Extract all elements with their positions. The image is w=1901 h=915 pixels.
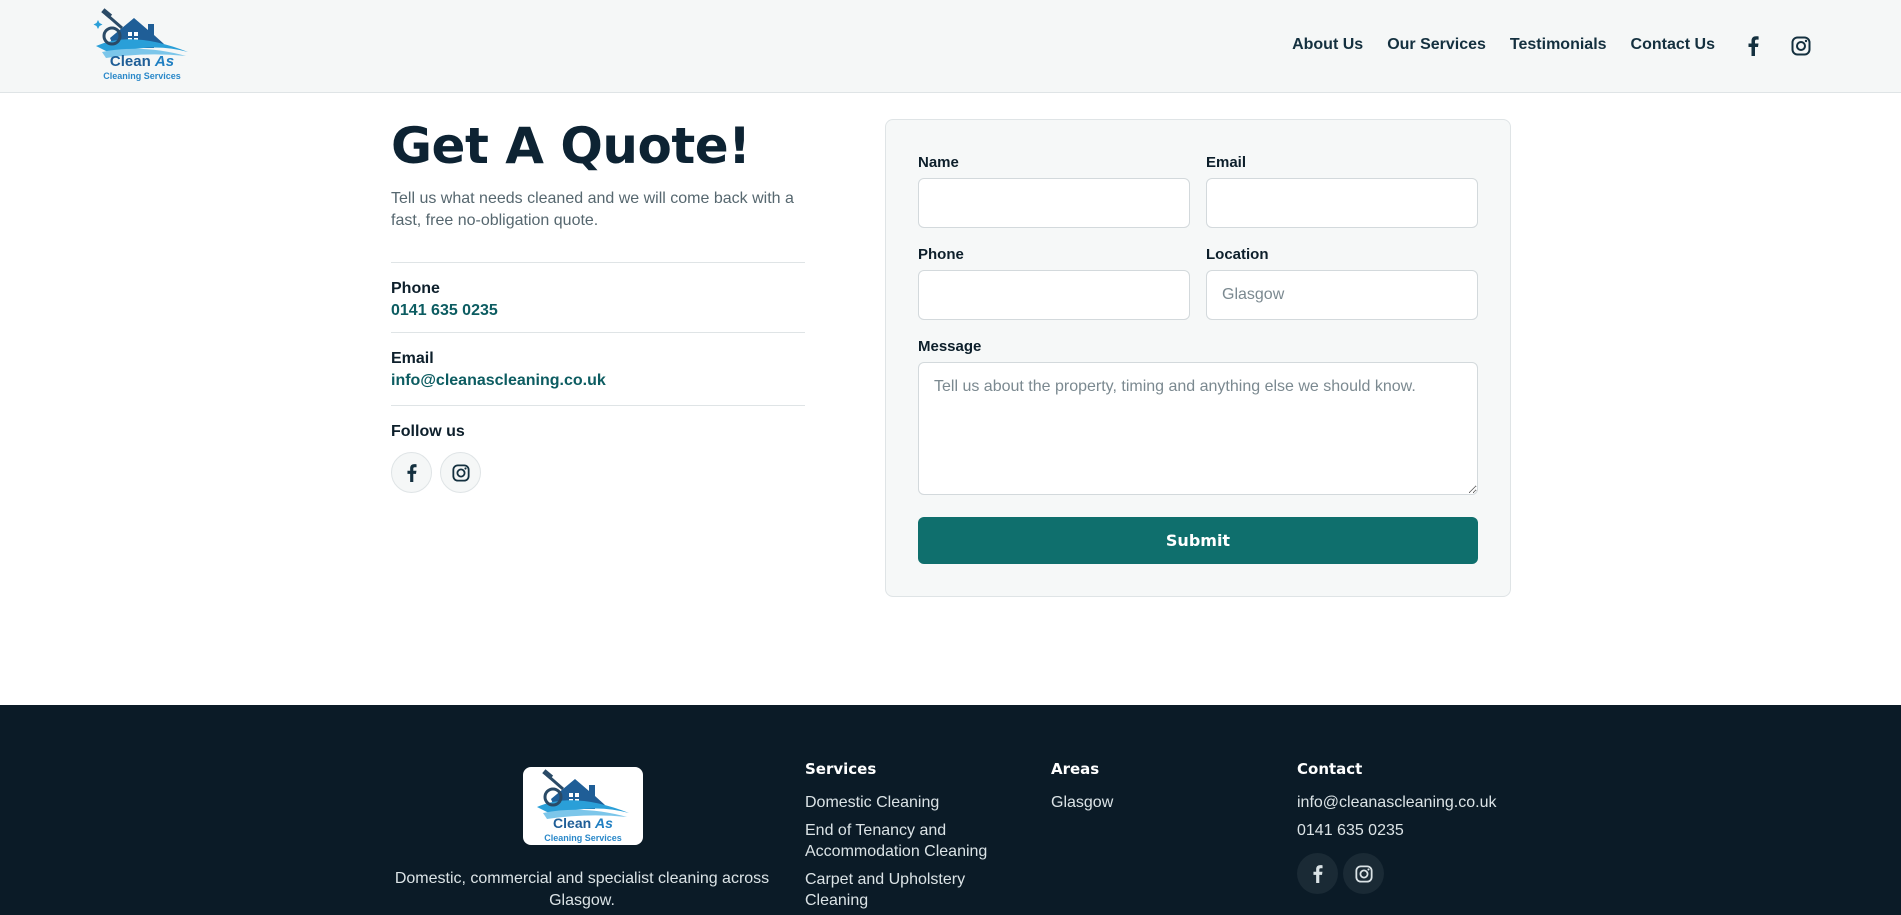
footer-contact-heading: Contact xyxy=(1297,760,1363,778)
submit-button[interactable]: Submit xyxy=(918,517,1478,564)
divider xyxy=(391,332,805,333)
site-footer: Clean As Cleaning Services Domestic, com… xyxy=(0,705,1901,915)
footer-instagram-button[interactable] xyxy=(1343,853,1384,894)
email-link[interactable]: info@cleanascleaning.co.uk xyxy=(391,372,805,390)
footer-areas-heading: Areas xyxy=(1051,760,1100,778)
header-social-links xyxy=(1741,34,1813,58)
page-title: Get A Quote! xyxy=(391,117,751,175)
logo-wordmark: Clean As xyxy=(109,53,175,70)
footer-link-domestic-cleaning[interactable]: Domestic Cleaning xyxy=(805,792,1005,813)
divider xyxy=(391,405,805,406)
location-label: Location xyxy=(1206,246,1269,263)
location-input[interactable] xyxy=(1206,270,1478,320)
instagram-icon xyxy=(452,463,470,482)
phone-input[interactable] xyxy=(918,270,1190,320)
follow-social-links xyxy=(391,452,805,493)
site-logo[interactable]: Clean As Cleaning Services xyxy=(92,8,192,84)
name-label: Name xyxy=(918,154,959,171)
footer-contact: Contact info@cleanascleaning.co.uk 0141 … xyxy=(1297,760,1557,894)
follow-label: Follow us xyxy=(391,423,465,440)
facebook-icon xyxy=(1748,36,1759,56)
instagram-icon xyxy=(1354,864,1373,883)
nav-our-services[interactable]: Our Services xyxy=(1387,36,1486,54)
header-instagram-link[interactable] xyxy=(1789,34,1813,58)
email-input[interactable] xyxy=(1206,178,1478,228)
quote-form: Name Email Phone Location Message Submit xyxy=(885,119,1511,597)
phone-link[interactable]: 0141 635 0235 xyxy=(391,302,805,320)
footer-services: Services Domestic Cleaning End of Tenanc… xyxy=(805,760,1005,915)
nav-contact-us[interactable]: Contact Us xyxy=(1631,36,1715,54)
header-facebook-link[interactable] xyxy=(1741,34,1765,58)
email-info: Email info@cleanascleaning.co.uk xyxy=(391,350,805,390)
facebook-icon xyxy=(407,463,417,482)
footer-phone-link[interactable]: 0141 635 0235 xyxy=(1297,820,1497,841)
house-logo-icon xyxy=(93,8,188,58)
footer-link-end-of-tenancy[interactable]: End of Tenancy and Accommodation Cleanin… xyxy=(805,820,1005,862)
house-logo-icon xyxy=(537,769,629,819)
instagram-icon xyxy=(1791,36,1811,56)
facebook-icon xyxy=(1313,864,1323,883)
name-input[interactable] xyxy=(918,178,1190,228)
footer-link-carpet-upholstery[interactable]: Carpet and Upholstery Cleaning xyxy=(805,869,1005,911)
footer-areas: Areas Glasgow xyxy=(1051,760,1251,820)
phone-info: Phone 0141 635 0235 xyxy=(391,280,805,320)
site-header: Clean As Cleaning Services About Us Our … xyxy=(0,0,1901,93)
follow-us: Follow us xyxy=(391,423,805,493)
message-textarea[interactable] xyxy=(918,362,1478,495)
footer-link-glasgow[interactable]: Glasgow xyxy=(1051,792,1251,813)
footer-email-link[interactable]: info@cleanascleaning.co.uk xyxy=(1297,792,1557,813)
email-label: Email xyxy=(391,350,434,367)
footer-facebook-button[interactable] xyxy=(1297,853,1338,894)
follow-instagram-button[interactable] xyxy=(440,452,482,493)
nav-testimonials[interactable]: Testimonials xyxy=(1510,36,1607,54)
footer-logo-tagline: Cleaning Services xyxy=(544,833,622,843)
footer-logo-wordmark: Clean As xyxy=(553,815,613,831)
nav-about-us[interactable]: About Us xyxy=(1292,36,1363,54)
footer-logo[interactable]: Clean As Cleaning Services xyxy=(523,767,643,845)
main-nav: About Us Our Services Testimonials Conta… xyxy=(1292,36,1715,54)
follow-facebook-button[interactable] xyxy=(391,452,432,493)
footer-social-links xyxy=(1297,853,1557,894)
footer-services-heading: Services xyxy=(805,760,877,778)
message-label: Message xyxy=(918,338,982,355)
quote-description: Tell us what needs cleaned and we will c… xyxy=(391,190,794,229)
email-label: Email xyxy=(1206,154,1247,171)
phone-label: Phone xyxy=(918,246,964,263)
phone-label: Phone xyxy=(391,280,440,297)
logo-tagline: Cleaning Services xyxy=(103,71,181,81)
divider xyxy=(391,262,805,263)
footer-tagline: Domestic, commercial and specialist clea… xyxy=(394,870,770,909)
